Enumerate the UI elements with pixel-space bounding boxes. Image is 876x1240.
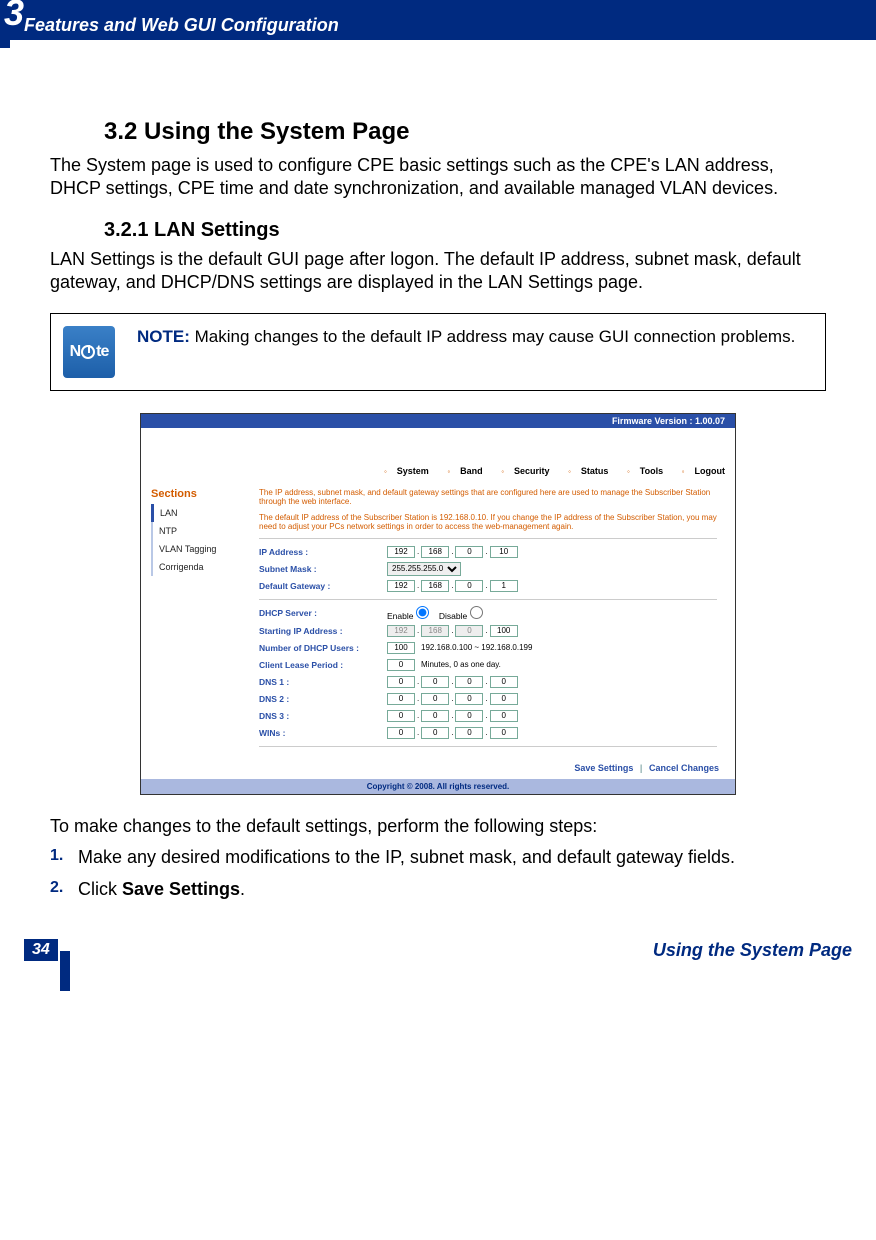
save-settings-button[interactable]: Save Settings bbox=[574, 763, 633, 773]
note-box: Nte NOTE: Making changes to the default … bbox=[50, 313, 826, 391]
label-numusers: Number of DHCP Users : bbox=[259, 643, 387, 653]
label-gateway: Default Gateway : bbox=[259, 581, 387, 591]
label-dns1: DNS 1 : bbox=[259, 677, 387, 687]
subsection-heading: 3.2.1 LAN Settings bbox=[104, 219, 826, 242]
footer-accent bbox=[60, 951, 70, 991]
label-dns3: DNS 3 : bbox=[259, 711, 387, 721]
dns2-input[interactable]: ... bbox=[387, 693, 518, 705]
section-heading: 3.2 Using the System Page bbox=[104, 118, 826, 146]
header-bar: 3 Features and Web GUI Configuration bbox=[0, 0, 876, 40]
sidebar-item-lan[interactable]: LAN bbox=[151, 504, 253, 522]
num-users-input[interactable] bbox=[387, 642, 415, 654]
header-accent bbox=[0, 40, 10, 48]
menu-item-logout[interactable]: ◦Logout bbox=[674, 466, 725, 476]
users-range: 192.168.0.100 ~ 192.168.0.199 bbox=[421, 643, 532, 652]
steps-intro: To make changes to the default settings,… bbox=[50, 815, 826, 838]
step-1: 1.Make any desired modifications to the … bbox=[50, 846, 826, 869]
menu-item-security[interactable]: ◦Security bbox=[493, 466, 549, 476]
radio-disable[interactable]: Disable bbox=[439, 606, 483, 621]
sidebar-item-ntp[interactable]: NTP bbox=[151, 522, 253, 540]
top-menu: ◦System ◦Band ◦Security ◦Status ◦Tools ◦… bbox=[141, 458, 735, 482]
menu-item-tools[interactable]: ◦Tools bbox=[619, 466, 663, 476]
info-text-1: The IP address, subnet mask, and default… bbox=[259, 488, 717, 507]
menu-item-status[interactable]: ◦Status bbox=[560, 466, 608, 476]
sections-label: Sections bbox=[151, 488, 253, 500]
note-icon: Nte bbox=[63, 326, 115, 378]
gateway-input[interactable]: . . . bbox=[387, 580, 518, 592]
sidebar-item-corrigenda[interactable]: Corrigenda bbox=[151, 558, 253, 576]
lease-suffix: Minutes, 0 as one day. bbox=[421, 660, 501, 669]
subnet-select[interactable]: 255.255.255.0 bbox=[387, 562, 461, 576]
lan-settings-screenshot: Firmware Version : 1.00.07 ◦System ◦Band… bbox=[140, 413, 736, 795]
info-text-2: The default IP address of the Subscriber… bbox=[259, 513, 717, 532]
label-lease: Client Lease Period : bbox=[259, 660, 387, 670]
label-dns2: DNS 2 : bbox=[259, 694, 387, 704]
label-wins: WINs : bbox=[259, 728, 387, 738]
radio-enable[interactable]: Enable bbox=[387, 606, 429, 621]
note-label: NOTE: bbox=[137, 327, 190, 346]
step-2: 2.Click Save Settings. bbox=[50, 878, 826, 901]
note-text: Making changes to the default IP address… bbox=[190, 327, 795, 346]
dns1-input[interactable]: ... bbox=[387, 676, 518, 688]
start-ip-input[interactable]: . . . bbox=[387, 625, 518, 637]
firmware-bar: Firmware Version : 1.00.07 bbox=[141, 414, 735, 428]
menu-item-system[interactable]: ◦System bbox=[376, 466, 429, 476]
label-startip: Starting IP Address : bbox=[259, 626, 387, 636]
menu-item-band[interactable]: ◦Band bbox=[439, 466, 482, 476]
cancel-changes-button[interactable]: Cancel Changes bbox=[649, 763, 719, 773]
wins-input[interactable]: ... bbox=[387, 727, 518, 739]
label-ip: IP Address : bbox=[259, 547, 387, 557]
chapter-number: 3 bbox=[4, 0, 24, 34]
section-intro: The System page is used to configure CPE… bbox=[50, 154, 826, 201]
header-title: Features and Web GUI Configuration bbox=[24, 15, 339, 36]
sidebar-item-vlan[interactable]: VLAN Tagging bbox=[151, 540, 253, 558]
page-number: 34 bbox=[24, 939, 58, 961]
lease-input[interactable] bbox=[387, 659, 415, 671]
label-subnet: Subnet Mask : bbox=[259, 564, 387, 574]
footer-title: Using the System Page bbox=[58, 940, 852, 961]
label-dhcp: DHCP Server : bbox=[259, 608, 387, 618]
lan-intro: LAN Settings is the default GUI page aft… bbox=[50, 248, 826, 295]
copyright-bar: Copyright © 2008. All rights reserved. bbox=[141, 779, 735, 794]
dns3-input[interactable]: ... bbox=[387, 710, 518, 722]
ip-address-input[interactable]: . . . bbox=[387, 546, 518, 558]
